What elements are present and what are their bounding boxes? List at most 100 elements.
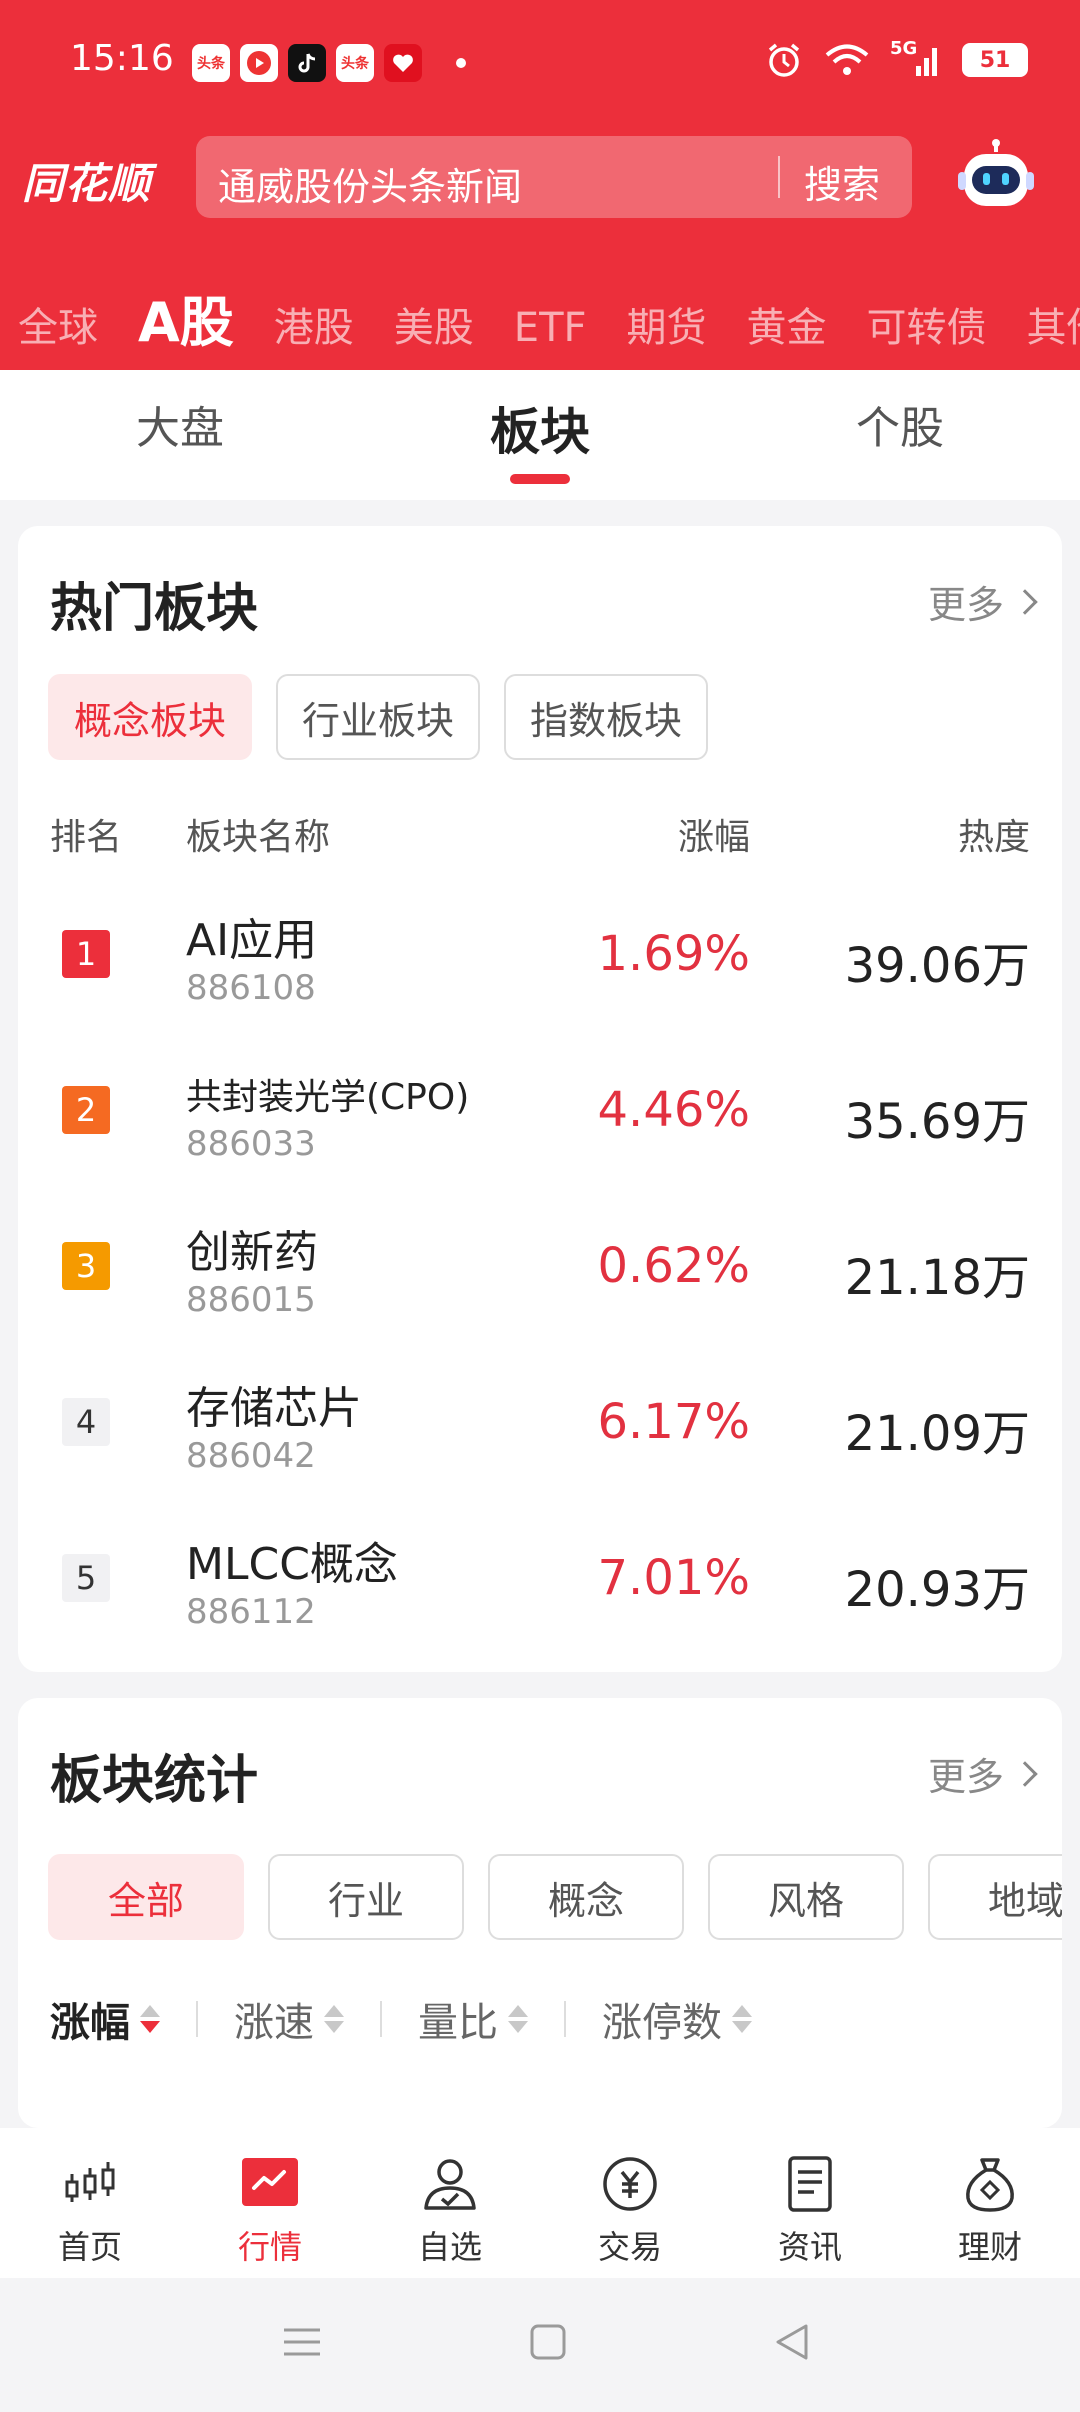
rank-badge: 4 [62,1398,110,1446]
sort-label: 涨幅 [50,2000,130,2046]
alarm-icon [768,43,800,77]
candlestick-icon [65,2162,115,2202]
chip-industry[interactable]: 行业 [268,1854,464,1940]
status-indicators: 5G 51 [764,38,1028,80]
sector-heat: 21.18万 [844,1250,1030,1306]
active-tab-indicator [510,474,570,484]
rank-badge: 5 [62,1554,110,1602]
user-check-icon [424,2159,476,2210]
toutiao-icon: 头条 [192,44,230,82]
wifi-icon [825,44,869,75]
moneybag-icon [966,2158,1014,2212]
tab-other[interactable]: 其他 [1027,295,1080,353]
hot-sectors-more-link[interactable]: 更多 [928,574,1038,629]
table-row[interactable]: 1 AI应用 886108 1.69% 39.06万 [18,884,1062,1040]
yuan-icon [603,2157,657,2211]
status-app-icons: 头条 头条 [192,44,466,82]
tab-hk[interactable]: 港股 [274,295,354,353]
sort-change[interactable]: 涨幅 [50,1990,160,2048]
nav-wealth[interactable]: 理财 [900,2128,1080,2278]
tab-overall-market[interactable]: 大盘 [136,392,224,456]
sector-code: 886112 [186,1592,316,1632]
tab-futures[interactable]: 期货 [627,295,707,353]
rank-badge: 1 [62,930,110,978]
sector-name: 共封装光学(CPO) [186,1077,470,1118]
chip-index-sector[interactable]: 指数板块 [504,674,709,760]
sector-heat: 21.09万 [844,1406,1030,1462]
nav-label: 自选 [417,2228,482,2266]
nav-home[interactable]: 首页 [0,2128,180,2278]
chevron-right-icon [1012,1760,1038,1787]
sector-change: 6.17% [597,1394,750,1450]
nav-watchlist[interactable]: 自选 [360,2128,540,2278]
sort-limit-up-count[interactable]: 涨停数 [602,1990,752,2048]
tab-a-share[interactable]: A股 [138,278,234,357]
sort-volume-ratio[interactable]: 量比 [418,1990,528,2048]
status-bar: 15:16 头条 头条 5G 51 [0,0,1080,120]
tab-etf[interactable]: ETF [514,305,587,351]
tiktok-icon [288,44,326,82]
sort-label: 涨速 [234,2000,314,2046]
tab-sectors[interactable]: 板块 [490,392,590,464]
sector-heat: 35.69万 [844,1094,1030,1150]
robot-assistant-icon[interactable] [956,138,1036,218]
chip-concept[interactable]: 概念 [488,1854,684,1940]
tab-gold[interactable]: 黄金 [747,295,827,353]
sub-tabs: 大盘 板块 个股 [0,370,1080,500]
tab-convertible[interactable]: 可转债 [867,295,987,353]
nav-label: 资讯 [777,2228,842,2266]
home-icon[interactable] [528,2322,568,2362]
nav-label: 行情 [237,2228,302,2266]
chip-industry-sector[interactable]: 行业板块 [276,674,481,760]
table-row[interactable]: 3 创新药 886015 0.62% 21.18万 [18,1196,1062,1352]
sort-label: 涨停数 [602,2000,722,2046]
nav-market[interactable]: 行情 [180,2128,360,2278]
column-rank: 排名 [50,817,123,858]
bottom-nav: 首页 行情 自选 交易 资讯 理财 [0,2128,1080,2278]
sector-code: 886108 [186,968,316,1008]
sector-change: 7.01% [597,1550,750,1606]
system-navigation-bar [0,2278,1080,2412]
search-button[interactable]: 搜索 [804,154,880,209]
sector-change: 4.46% [597,1082,750,1138]
divider [564,2001,566,2037]
column-heat[interactable]: 热度 [958,808,1030,860]
table-row[interactable]: 2 共封装光学(CPO) 886033 4.46% 35.69万 [18,1040,1062,1196]
nav-news[interactable]: 资讯 [720,2128,900,2278]
sort-icon [732,2005,752,2033]
hot-sectors-title: 热门板块 [50,579,259,639]
nav-trade[interactable]: 交易 [540,2128,720,2278]
table-row[interactable]: 5 MLCC概念 886112 7.01% 20.93万 [18,1508,1062,1664]
stats-filter-chips: 全部 行业 概念 风格 地域 [48,1854,1062,1940]
sort-icon [508,2005,528,2033]
nav-label: 首页 [57,2228,122,2266]
table-row[interactable]: 4 存储芯片 886042 6.17% 21.09万 [18,1352,1062,1508]
chip-all[interactable]: 全部 [48,1854,244,1940]
search-placeholder[interactable]: 通威股份头条新闻 [218,156,522,211]
table-header: 排名 板块名称 涨幅 热度 [18,808,1062,858]
tab-stocks[interactable]: 个股 [856,392,944,456]
menu-icon[interactable] [282,2322,322,2362]
rank-badge: 2 [62,1086,110,1134]
chip-region[interactable]: 地域 [928,1854,1062,1940]
chip-style[interactable]: 风格 [708,1854,904,1940]
search-bar[interactable]: 通威股份头条新闻 搜索 [196,136,912,218]
sector-heat: 39.06万 [844,938,1030,994]
status-time: 15:16 [70,38,174,79]
sector-name: AI应用 [186,915,318,966]
back-icon[interactable] [772,2322,812,2362]
tab-global[interactable]: 全球 [18,295,98,353]
column-change[interactable]: 涨幅 [678,808,750,860]
divider [196,2001,198,2037]
tab-us[interactable]: 美股 [394,295,474,353]
sector-stats-more-link[interactable]: 更多 [928,1746,1038,1801]
search-divider [778,156,780,198]
chip-concept-sector[interactable]: 概念板块 [48,674,253,760]
column-name: 板块名称 [186,817,331,858]
sector-stats-card: 板块统计 更多 全部 行业 概念 风格 地域 涨幅 涨速 量比 涨停数 [18,1698,1062,2128]
sort-speed[interactable]: 涨速 [234,1990,344,2048]
sector-change: 1.69% [597,926,750,982]
market-tabs: 全球 A股 港股 美股 ETF 期货 黄金 可转债 其他 [18,278,1080,357]
sector-code: 886042 [186,1436,316,1476]
sector-name: 存储芯片 [186,1383,362,1434]
